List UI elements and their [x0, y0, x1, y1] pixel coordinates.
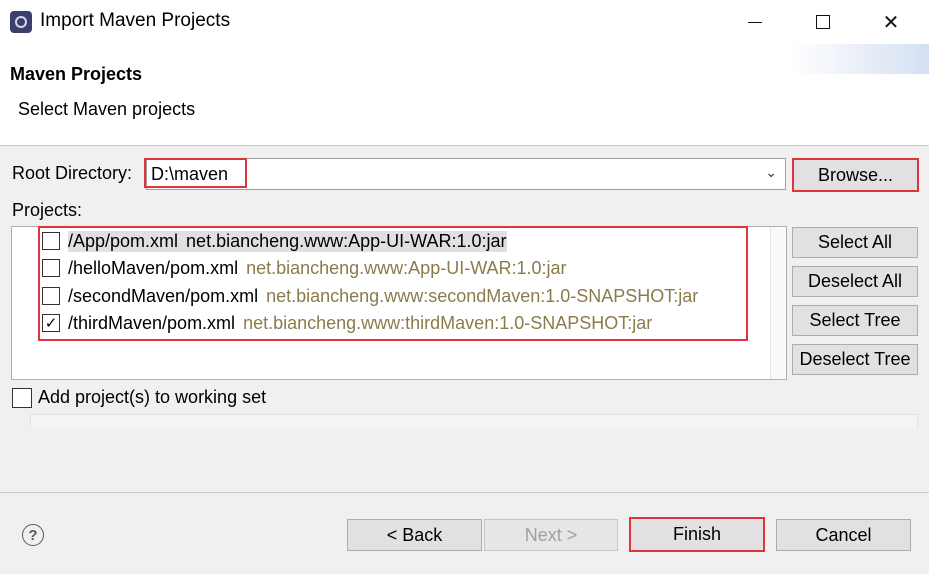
browse-button[interactable]: Browse...	[792, 158, 919, 192]
window-title: Import Maven Projects	[40, 10, 231, 31]
title-bar: Import Maven Projects ✕	[0, 0, 929, 44]
working-set-checkbox[interactable]	[12, 387, 32, 408]
projects-label: Projects:	[12, 200, 83, 220]
close-icon: ✕	[882, 11, 900, 34]
projects-highlight	[38, 226, 748, 341]
help-icon[interactable]: ?	[22, 524, 44, 546]
page-description: Select Maven projects	[18, 99, 196, 119]
tree-scrollbar[interactable]	[770, 227, 786, 379]
deselect-tree-button[interactable]: Deselect Tree	[792, 344, 918, 375]
cancel-button[interactable]: Cancel	[776, 519, 911, 551]
working-set-label: Add project(s) to working set	[38, 387, 267, 407]
minimize-button[interactable]	[732, 0, 778, 44]
chevron-down-icon[interactable]: ⌄	[765, 164, 777, 181]
root-directory-label: Root Directory:	[12, 163, 133, 183]
maximize-icon	[816, 15, 830, 29]
maximize-button[interactable]	[800, 0, 846, 44]
eclipse-icon	[10, 11, 32, 33]
wizard-header: Maven Projects Select Maven projects	[0, 44, 929, 146]
banner-graphic	[789, 44, 929, 74]
deselect-all-button[interactable]: Deselect All	[792, 266, 918, 297]
working-set-option[interactable]: Add project(s) to working set	[12, 387, 266, 408]
next-button[interactable]: Next >	[484, 519, 618, 551]
back-button[interactable]: < Back	[347, 519, 482, 551]
page-title: Maven Projects	[10, 64, 143, 84]
finish-button[interactable]: Finish	[629, 517, 765, 552]
minimize-icon	[748, 21, 762, 23]
select-tree-button[interactable]: Select Tree	[792, 305, 918, 336]
root-directory-highlight	[144, 158, 247, 188]
close-button[interactable]: ✕	[868, 0, 914, 44]
working-set-field[interactable]	[30, 414, 918, 428]
select-all-button[interactable]: Select All	[792, 227, 918, 258]
